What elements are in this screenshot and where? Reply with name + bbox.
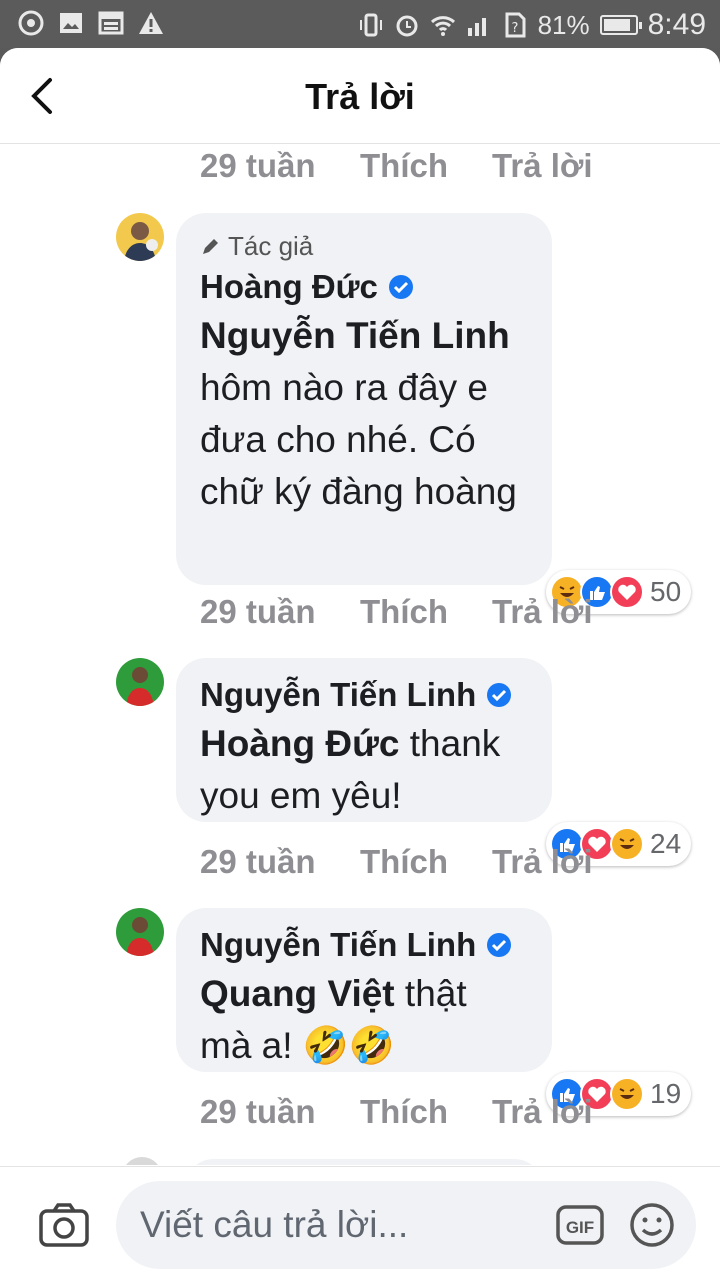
vibrate-icon [359, 13, 382, 37]
comment-text: Hoàng Đức thank you em yêu! [200, 723, 501, 816]
avatar[interactable] [116, 213, 164, 261]
verified-badge-icon [487, 683, 512, 707]
verified-badge-icon [388, 275, 413, 299]
reply-button[interactable]: Trả lời [492, 843, 593, 881]
mention-link[interactable]: Nguyễn Tiến Linh [200, 315, 510, 356]
avatar[interactable] [116, 908, 164, 956]
comment-bubble[interactable]: Tác giả Hoàng Đức Nguyễn Tiến Linh hôm n… [176, 213, 552, 585]
emoji-icon[interactable] [628, 1201, 676, 1249]
battery-percent: 81% [537, 9, 590, 40]
reply-button[interactable]: Trả lời [492, 593, 593, 631]
haha-icon [610, 827, 644, 861]
reply-button[interactable]: Trả lời [492, 1093, 593, 1131]
warning-icon [139, 12, 163, 34]
camera-icon[interactable] [38, 1201, 90, 1249]
sync-icon [18, 10, 44, 36]
commenter-name[interactable]: Nguyễn Tiến Linh [200, 676, 476, 714]
reply-input-container: GIF [116, 1181, 696, 1269]
reply-sheet: Trả lời 29 tuần Thích Trả lời Tác giả Ho… [0, 48, 720, 1280]
avatar[interactable] [116, 658, 164, 706]
author-tag: Tác giả [200, 231, 528, 262]
comment-bubble[interactable] [184, 1159, 544, 1165]
reaction-count: 24 [650, 828, 682, 859]
comment-time: 29 tuần [200, 1093, 316, 1130]
like-button[interactable]: Thích [360, 843, 492, 881]
sim-icon: ? [505, 12, 526, 38]
comment-bubble[interactable]: Nguyễn Tiến Linh Quang Việt thật mà a! 🤣… [176, 908, 552, 1072]
reply-input[interactable] [140, 1203, 550, 1247]
commenter-name[interactable]: Nguyễn Tiến Linh [200, 926, 476, 964]
comment-time: 29 tuần [200, 147, 316, 184]
avatar[interactable] [122, 1157, 162, 1165]
love-icon [610, 575, 644, 609]
mention-link[interactable]: Quang Việt [200, 973, 395, 1014]
haha-icon [610, 1077, 644, 1111]
alarm-icon [396, 15, 418, 37]
reply-button[interactable]: Trả lời [492, 147, 593, 185]
status-bar: ? 81% 8:49 [0, 0, 720, 48]
svg-text:?: ? [511, 21, 518, 36]
comment-actions: 29 tuần Thích Trả lời [200, 147, 593, 185]
comment-time: 29 tuần [200, 843, 316, 880]
gif-button[interactable]: GIF [556, 1203, 604, 1247]
verified-badge-icon [487, 933, 512, 957]
comment-thread: 29 tuần Thích Trả lời Tác giả Hoàng Đức … [0, 145, 720, 1165]
battery-icon [599, 15, 642, 35]
comment-text: Nguyễn Tiến Linh hôm nào ra đây e đưa ch… [200, 315, 517, 512]
comment-text: Quang Việt thật mà a! 🤣🤣 [200, 973, 467, 1066]
comment-actions: 29 tuần Thích Trả lời [200, 593, 593, 631]
calendar-icon [98, 11, 124, 35]
signal-icon [467, 18, 486, 36]
header: Trả lời [0, 48, 720, 144]
reaction-count: 19 [650, 1078, 682, 1109]
comment-actions: 29 tuần Thích Trả lời [200, 1093, 593, 1131]
comment-bubble[interactable]: Nguyễn Tiến Linh Hoàng Đức thank you em … [176, 658, 552, 822]
gif-label: GIF [566, 1218, 594, 1237]
reply-composer: GIF [0, 1166, 720, 1280]
like-button[interactable]: Thích [360, 1093, 492, 1131]
like-button[interactable]: Thích [360, 593, 492, 631]
mention-link[interactable]: Hoàng Đức [200, 723, 399, 764]
pencil-icon [203, 238, 218, 254]
comment-time: 29 tuần [200, 593, 316, 630]
like-button[interactable]: Thích [360, 147, 492, 185]
commenter-name[interactable]: Hoàng Đức [200, 268, 378, 306]
comment-actions: 29 tuần Thích Trả lời [200, 843, 593, 881]
reaction-count: 50 [650, 576, 682, 607]
image-icon [60, 13, 82, 33]
page-title: Trả lời [305, 76, 415, 117]
clock: 8:49 [647, 8, 706, 41]
wifi-icon [430, 16, 455, 36]
